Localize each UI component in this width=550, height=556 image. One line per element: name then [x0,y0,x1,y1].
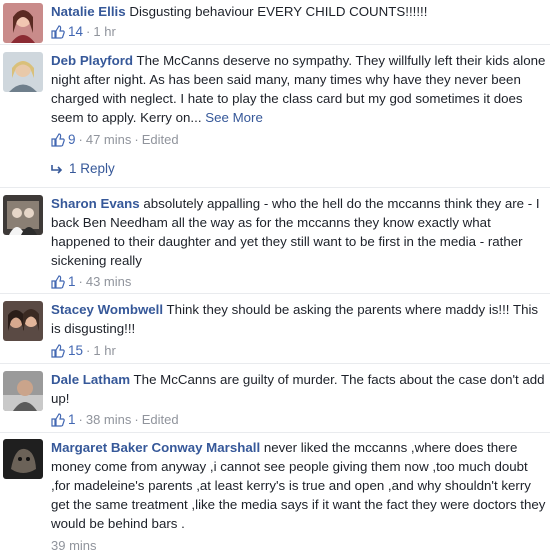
like-icon[interactable] [51,344,65,364]
comment-author[interactable]: Dale Latham [51,372,130,387]
comment-author[interactable]: Margaret Baker Conway Marshall [51,440,260,455]
comment-time[interactable]: 47 mins [86,132,132,147]
avatar[interactable] [3,301,43,341]
avatar[interactable] [3,439,43,479]
comment-time[interactable]: 38 mins [86,412,132,427]
like-icon[interactable] [51,25,65,45]
reply-count[interactable]: 1 Reply [69,161,115,176]
comment-text: Disgusting behaviour EVERY CHILD COUNTS!… [129,4,428,19]
see-more-link[interactable]: See More [205,110,263,125]
comment-time[interactable]: 39 mins [51,538,97,553]
reply-link[interactable]: 1 Reply [51,160,115,180]
comment-author[interactable]: Natalie Ellis [51,4,126,19]
comment-time[interactable]: 43 mins [86,274,132,289]
edited-label[interactable]: Edited [142,412,179,427]
like-count[interactable]: 1 [68,274,76,289]
comment-time[interactable]: 1 hr [93,24,115,39]
reply-arrow-icon [51,162,63,180]
divider [0,432,550,433]
comment-time[interactable]: 1 hr [93,343,115,358]
divider [0,293,550,294]
divider [0,187,550,188]
like-count[interactable]: 9 [68,132,76,147]
comment-author[interactable]: Sharon Evans [51,196,140,211]
avatar[interactable] [3,3,43,43]
like-icon[interactable] [51,275,65,295]
avatar[interactable] [3,371,43,411]
comment-author[interactable]: Stacey Wombwell [51,302,163,317]
divider [0,363,550,364]
like-icon[interactable] [51,133,65,153]
like-count[interactable]: 15 [68,343,83,358]
avatar[interactable] [3,195,43,235]
divider [0,44,550,45]
edited-label[interactable]: Edited [142,132,179,147]
like-icon[interactable] [51,413,65,433]
comment-author[interactable]: Deb Playford [51,53,133,68]
like-count[interactable]: 14 [68,24,83,39]
avatar[interactable] [3,52,43,92]
like-count[interactable]: 1 [68,412,76,427]
